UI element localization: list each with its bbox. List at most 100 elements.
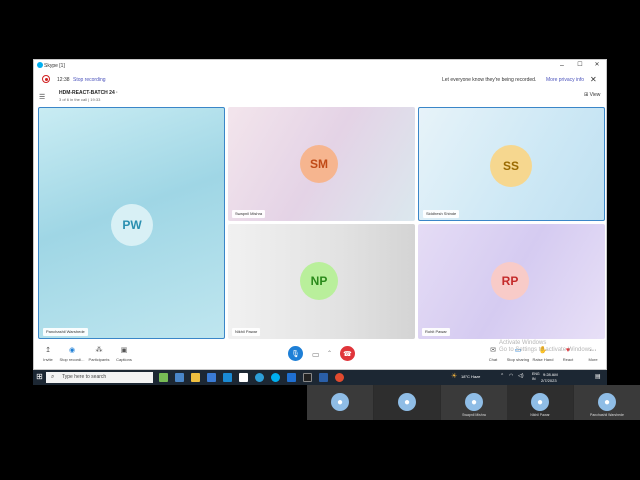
store-icon[interactable] — [223, 373, 232, 382]
video-off-icon: ▭ — [312, 350, 320, 359]
notification-icon[interactable]: ▤ — [595, 373, 601, 380]
video-options-icon[interactable]: ⌃ — [327, 350, 332, 357]
vscode-icon[interactable] — [287, 373, 296, 382]
tray-arrow-icon[interactable]: ⌃ — [500, 373, 504, 379]
network-icon[interactable]: ◠ — [509, 373, 513, 379]
participant-name: Rohit Pawar — [422, 328, 450, 336]
stop-recording-link[interactable]: Stop recording — [73, 77, 106, 83]
participant-name: Siddhesh Shinde — [423, 210, 460, 218]
captions-icon: ▣ — [120, 347, 128, 354]
control-label: Participants — [88, 357, 110, 362]
participant-avatar: PW — [111, 204, 153, 246]
control-label: More — [588, 357, 598, 362]
activate-windows-watermark: Activate Windows Go to Settings to activ… — [499, 340, 594, 353]
control-label: Stop recordi... — [59, 357, 85, 362]
record-icon — [42, 75, 50, 83]
video-toggle-button[interactable]: ▭ — [312, 350, 320, 359]
call-header: ☰ HDM-REACT-BATCH 24 · 3 of 6 in the cal… — [34, 87, 608, 107]
participant-avatar: SM — [300, 145, 338, 183]
participant-tile[interactable]: NP Nikhil Pawar — [228, 224, 415, 339]
strip-tile[interactable]: ● Swapnil Mishra — [441, 385, 507, 420]
task-view-icon[interactable] — [175, 373, 184, 382]
skype-window: Skype [1] – ☐ ✕ 12:38 Stop recording Let… — [33, 59, 607, 370]
person-icon: ● — [465, 393, 483, 411]
participant-tile[interactable]: SS Siddhesh Shinde — [418, 107, 605, 221]
edge-icon[interactable] — [255, 373, 264, 382]
stop-recording-button[interactable]: ◉ Stop recordi... — [59, 345, 85, 362]
minimize-button[interactable]: – — [557, 61, 567, 70]
terminal-icon[interactable] — [303, 373, 312, 382]
participant-name: Panchashil Warshede — [43, 328, 88, 336]
control-label: Raise Hand — [532, 357, 554, 362]
participants-button[interactable]: ⁂ Participants — [86, 345, 112, 362]
control-label: Invite — [43, 357, 53, 362]
windows-start-icon[interactable]: ⊞ — [36, 372, 43, 381]
title-bar: Skype [1] – ☐ ✕ — [34, 60, 608, 72]
taskbar-clock-time[interactable]: 9:28 AM — [543, 372, 558, 377]
window-title: Skype [1] — [44, 63, 65, 69]
participant-name: Swapnil Mishra — [232, 210, 266, 218]
participants-icon: ⁂ — [95, 347, 103, 354]
participant-avatar: NP — [300, 262, 338, 300]
person-icon: ● — [398, 393, 416, 411]
calendar-icon[interactable] — [239, 373, 248, 382]
skype-icon[interactable] — [271, 373, 280, 382]
taskbar-search[interactable]: ⌕ Type here to search — [46, 372, 153, 383]
mic-button[interactable]: 🎙 — [288, 346, 303, 361]
participant-strip: ● ● ● Swapnil Mishra ● Nikhil Pawar ● Pa… — [307, 385, 640, 420]
strip-name: Nikhil Pawar — [530, 413, 550, 417]
mail-icon[interactable] — [207, 373, 216, 382]
skype-logo-icon — [37, 62, 43, 68]
participant-tile[interactable]: RP Rohit Pawar — [418, 224, 605, 339]
record-icon: ◉ — [68, 347, 76, 354]
view-label: View — [589, 92, 601, 98]
search-placeholder: Type here to search — [62, 374, 107, 380]
weather-icon: ☀ — [451, 373, 458, 380]
strip-tile[interactable]: ● Nikhil Pawar — [507, 385, 573, 420]
volume-icon[interactable]: ◁) — [518, 373, 524, 379]
view-button[interactable]: ⊞ View — [584, 92, 600, 98]
strip-tile[interactable]: ● — [374, 385, 440, 420]
control-label: React — [562, 357, 574, 362]
person-icon: ● — [598, 393, 616, 411]
participant-avatar: RP — [491, 262, 529, 300]
recording-time: 12:38 — [57, 77, 70, 83]
app-icon[interactable] — [159, 373, 168, 382]
call-name: HDM-REACT-BATCH 24 · — [59, 90, 118, 96]
recording-message: Let everyone know they're being recorded… — [442, 77, 537, 83]
hang-up-button[interactable]: ☎ — [340, 346, 355, 361]
taskbar-clock-date[interactable]: 2/7/2023 — [541, 378, 557, 383]
strip-name: Swapnil Mishra — [462, 413, 486, 417]
weather-text[interactable]: 18°C Haze — [461, 374, 480, 379]
control-label: Captions — [116, 357, 132, 362]
maximize-button[interactable]: ☐ — [575, 61, 585, 70]
chrome-icon[interactable] — [335, 373, 344, 382]
control-label: Chat — [488, 357, 498, 362]
windows-taskbar: ⊞ ⌕ Type here to search ☀ 18°C Haze ⌃ ◠ … — [33, 370, 607, 385]
control-label: Stop sharing — [506, 357, 530, 362]
call-status: 3 of 6 in the call | 19:33 — [59, 97, 101, 102]
mic-icon: 🎙 — [291, 350, 300, 358]
hang-up-icon: ☎ — [343, 350, 352, 358]
strip-tile[interactable]: ● — [307, 385, 373, 420]
strip-name: Panchashil Warshede — [590, 413, 624, 417]
recording-bar: 12:38 Stop recording Let everyone know t… — [34, 72, 608, 86]
recording-bar-close-button[interactable]: ✕ — [590, 75, 597, 84]
invite-button[interactable]: ↥ Invite — [35, 345, 61, 362]
person-icon: ● — [531, 393, 549, 411]
strip-tile[interactable]: ● Panchashil Warshede — [574, 385, 640, 420]
search-icon: ⌕ — [51, 374, 55, 380]
menu-icon[interactable]: ☰ — [39, 93, 45, 101]
participant-name: Nikhil Pawar — [232, 328, 261, 336]
person-icon: ● — [331, 393, 349, 411]
participant-tile[interactable]: PW Panchashil Warshede — [38, 107, 225, 339]
language-indicator[interactable]: ENG IN — [532, 372, 540, 382]
app-icon[interactable] — [319, 373, 328, 382]
close-button[interactable]: ✕ — [592, 61, 602, 70]
invite-icon: ↥ — [45, 347, 51, 354]
privacy-info-link[interactable]: More privacy info — [546, 77, 584, 83]
participant-avatar: SS — [490, 145, 532, 187]
participant-tile[interactable]: SM Swapnil Mishra — [228, 107, 415, 221]
captions-button[interactable]: ▣ Captions — [111, 345, 137, 362]
file-explorer-icon[interactable] — [191, 373, 200, 382]
